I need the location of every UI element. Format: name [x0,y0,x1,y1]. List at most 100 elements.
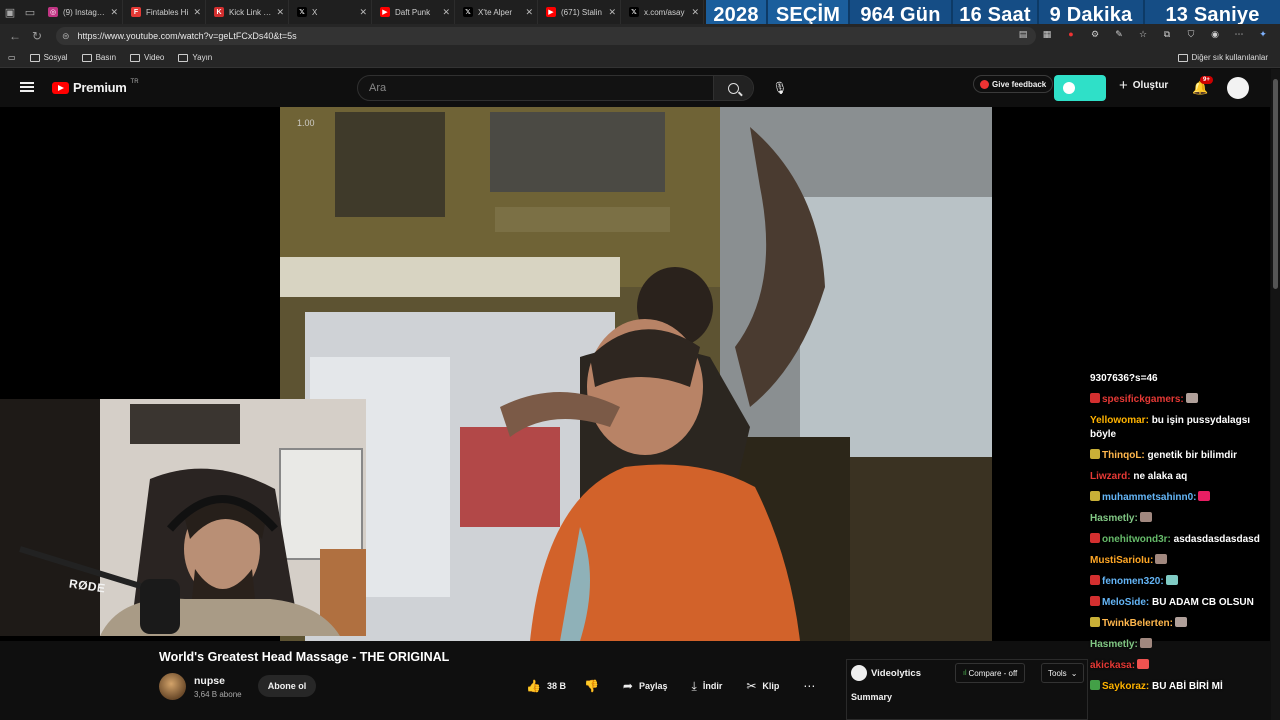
chat-message: Hasmetly: [1090,638,1275,652]
summary-heading: Summary [851,692,893,702]
apps-icon[interactable]: ▭ [8,53,16,62]
chat-emote-icon [1185,393,1198,403]
chat-username[interactable]: onehitwond3r: [1102,534,1171,545]
tools-dropdown[interactable]: Tools ⌄ [1041,663,1085,683]
subscribe-button[interactable]: Abone ol [258,675,316,697]
tab-favicon-icon: 𝕏 [297,7,307,17]
chat-username[interactable]: MustiSarioIu: [1090,555,1153,566]
chat-emote-icon [1198,491,1211,501]
browser-tab[interactable]: ▶ Daft Punk ✕ [372,0,455,24]
chat-username[interactable]: spesifickgamers: [1102,394,1184,405]
favorites-icon[interactable]: ☆ [1136,27,1150,41]
ext-record-icon[interactable]: ● [1064,27,1078,41]
voice-search-icon[interactable]: 🎙 [772,80,787,96]
channel-name[interactable]: nupse [194,675,225,687]
dislike-button[interactable]: 👎 [584,679,599,693]
youtube-logo[interactable]: Premium TR [52,79,139,95]
tab-favicon-icon: F [131,7,141,17]
chat-username[interactable]: MeloSide: [1102,597,1149,608]
create-button[interactable]: + Oluştur [1119,78,1168,93]
ext-grid-icon[interactable]: ▦ [1040,27,1054,41]
chat-username[interactable]: ThinqoL: [1102,450,1145,461]
channel-avatar[interactable] [159,673,186,700]
close-tab-icon[interactable]: ✕ [110,7,118,18]
clip-button[interactable]: ✂ Klip [746,679,779,693]
copilot-icon[interactable]: ✦ [1256,27,1270,41]
give-feedback-button[interactable]: Give feedback [973,75,1054,93]
chat-username[interactable]: Hasmetly: [1090,513,1138,524]
chat-message: MeloSide: BU ADAM CB OLSUN [1090,596,1275,610]
bookmark-folder[interactable]: Yayın [178,53,212,62]
pin-icon[interactable]: ✎ [1112,27,1126,41]
close-tab-icon[interactable]: ✕ [442,7,450,18]
more-menu-icon[interactable]: ⋯ [1232,27,1246,41]
browser-tab[interactable]: ◎ (9) Instagram ✕ [40,0,123,24]
shield-icon[interactable]: ⛉ [1184,27,1198,41]
notifications-button[interactable]: 🔔 9+ [1192,76,1213,96]
close-tab-icon[interactable]: ✕ [193,7,201,18]
chat-username[interactable]: Liwzard: [1090,471,1131,482]
url-field[interactable]: ⊜ https://www.youtube.com/watch?v=geLtFC… [56,27,1036,45]
site-info-icon[interactable]: ⊜ [62,31,70,42]
chat-badge-icon [1090,617,1100,627]
chat-text: BU ADAM CB OLSUN [1152,597,1254,608]
other-bookmarks[interactable]: Diğer sık kullanılanlar [1177,53,1268,62]
webcam-scene [0,399,366,636]
browser-tab[interactable]: F Fintables Hi ✕ [123,0,206,24]
profile-icon[interactable]: ◉ [1208,27,1222,41]
chat-badge-icon [1090,596,1100,606]
bookmark-folder[interactable]: Basın [81,53,116,62]
collections-icon[interactable]: ⧉ [1160,27,1174,41]
chat-username[interactable]: Yellowomar: [1090,415,1149,426]
chat-emote-icon [1174,617,1187,627]
live-chat-overlay: 9307636?s=46 spesifickgamers: Yellowomar: … [1090,372,1275,701]
video-frame[interactable] [280,107,992,641]
thumbs-down-icon: 👎 [583,679,599,693]
workspaces-icon[interactable]: ▣ [0,0,20,24]
search-button[interactable] [713,76,753,100]
browser-tab[interactable]: 𝕏 X ✕ [289,0,372,24]
browser-tab[interactable]: K Kick Link Cu ✕ [206,0,289,24]
close-tab-icon[interactable]: ✕ [276,7,284,18]
close-tab-icon[interactable]: ✕ [525,7,533,18]
more-actions-button[interactable]: ⋯ [803,679,815,693]
browser-tab[interactable]: 𝕏x.com/asay ✕ [621,0,704,24]
scrollbar-thumb[interactable] [1273,79,1278,289]
page-scrollbar[interactable] [1271,69,1280,720]
chat-username[interactable]: Hasmetly: [1090,639,1138,650]
folder-icon [29,53,40,62]
tab-label: Fintables Hi [146,7,189,17]
bookmark-folder[interactable]: Sosyal [29,53,68,62]
compare-toggle[interactable]: ıl Compare - off [955,663,1026,683]
close-tab-icon[interactable]: ✕ [691,7,699,18]
close-tab-icon[interactable]: ✕ [608,7,616,18]
reader-icon[interactable]: ▤ [1016,27,1030,41]
chevron-down-icon: ⌄ [1070,668,1078,678]
browser-tab[interactable]: ▶ (671) Stalin ✕ [538,0,621,24]
bookmark-folder[interactable]: Video [130,53,164,62]
browser-tab[interactable]: 𝕏 X'te Alper ✕ [455,0,538,24]
menu-icon[interactable] [20,82,34,92]
chat-username[interactable]: TwinkBelerten: [1102,618,1173,629]
extensions-icon[interactable]: ⚙ [1088,27,1102,41]
share-button[interactable]: ➦ Paylaş [623,679,668,693]
extension-toggle-button[interactable] [1054,75,1106,101]
search-input[interactable]: Ara [369,82,386,94]
tab-actions-icon[interactable]: ▭ [20,0,40,24]
chat-message: spesifickgamers: [1090,393,1275,407]
chat-username[interactable]: fenomen320: [1102,576,1164,587]
chat-text: 9307636?s=46 [1090,373,1158,384]
reload-icon[interactable]: ↻ [26,29,48,43]
close-tab-icon[interactable]: ✕ [359,7,367,18]
playback-speed: 1.00 [297,118,315,128]
chat-message: akickasa: [1090,659,1275,673]
chat-username[interactable]: akickasa: [1090,660,1135,671]
account-avatar[interactable] [1227,77,1249,99]
search-box[interactable]: Ara [357,75,754,101]
like-button[interactable]: 👍 38 B [526,679,566,693]
download-button[interactable]: ⤓ İndir [692,679,723,694]
chat-username[interactable]: Saykoraz: [1102,681,1149,692]
chat-username[interactable]: muhammetsahinn0: [1102,492,1196,503]
back-icon[interactable]: ← [4,29,26,43]
tab-label: X [312,7,318,17]
